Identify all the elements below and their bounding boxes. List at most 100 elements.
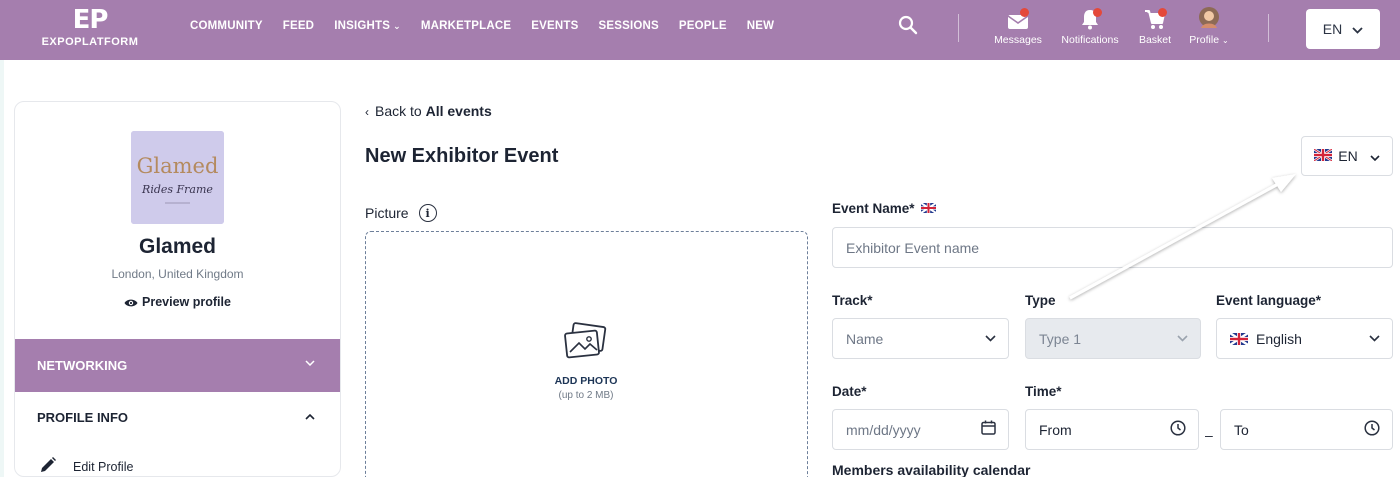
add-photo-hint: (up to 2 MB) bbox=[558, 390, 614, 401]
language-code: EN bbox=[1322, 21, 1343, 37]
date-input[interactable]: mm/dd/yyyy bbox=[832, 409, 1009, 450]
date-placeholder: mm/dd/yyyy bbox=[846, 421, 921, 438]
pencil-icon bbox=[39, 456, 57, 476]
profile-info-section-toggle[interactable]: PROFILE INFO bbox=[37, 410, 128, 425]
logo-text: EXPOPLATFORM bbox=[41, 36, 139, 48]
profile-label-text: Profile bbox=[1189, 34, 1220, 46]
event-name-input[interactable]: Exhibitor Event name bbox=[832, 227, 1393, 268]
date-label: Date* bbox=[832, 384, 867, 399]
event-language-label: Event language* bbox=[1216, 293, 1322, 308]
preview-profile-link[interactable]: Preview profile bbox=[15, 295, 340, 311]
event-name-placeholder: Exhibitor Event name bbox=[846, 239, 980, 256]
type-value: Type 1 bbox=[1039, 330, 1082, 347]
chevron-down-icon bbox=[1352, 21, 1363, 37]
profile-label: Profile ⌄ bbox=[1185, 34, 1233, 46]
event-name-label: Event Name* bbox=[832, 201, 937, 216]
time-from-placeholder: From bbox=[1039, 421, 1072, 438]
calendar-icon[interactable] bbox=[981, 420, 996, 438]
uk-flag-icon bbox=[1313, 148, 1333, 164]
content-language-code: EN bbox=[1338, 148, 1358, 164]
nav-events[interactable]: EVENTS bbox=[531, 20, 578, 32]
nav-feed[interactable]: FEED bbox=[283, 20, 314, 32]
preview-profile-label: Preview profile bbox=[142, 295, 231, 309]
time-to-input[interactable]: To bbox=[1220, 409, 1393, 450]
messages-button[interactable]: Messages bbox=[990, 4, 1046, 46]
event-name-label-text: Event Name* bbox=[832, 201, 915, 216]
chevron-down-icon bbox=[305, 357, 315, 369]
back-prefix: Back to bbox=[375, 103, 422, 119]
type-select[interactable]: Type 1 bbox=[1025, 318, 1201, 359]
chevron-down-icon bbox=[1370, 148, 1380, 164]
messages-label: Messages bbox=[994, 34, 1042, 46]
track-placeholder: Name bbox=[846, 330, 884, 347]
photo-upload-dropzone[interactable]: ADD PHOTO (up to 2 MB) bbox=[365, 231, 808, 477]
nav-community[interactable]: COMMUNITY bbox=[190, 20, 263, 32]
nav-new[interactable]: NEW bbox=[747, 20, 774, 32]
company-name: Glamed bbox=[138, 235, 217, 258]
back-link-target: All events bbox=[425, 103, 492, 119]
messages-badge bbox=[1020, 8, 1029, 17]
track-label: Track* bbox=[832, 293, 873, 308]
search-icon[interactable] bbox=[897, 14, 919, 36]
nav-insights[interactable]: INSIGHTS ⌄ bbox=[334, 20, 401, 32]
basket-button[interactable]: Basket bbox=[1134, 4, 1176, 46]
nav-insights-label: INSIGHTS bbox=[334, 20, 391, 32]
left-edge-strip bbox=[0, 60, 4, 477]
members-availability-calendar-label: Members availability calendar bbox=[832, 462, 1031, 477]
bell-icon bbox=[1054, 4, 1126, 30]
chevron-up-icon[interactable] bbox=[305, 409, 315, 423]
language-selector-top[interactable]: EN bbox=[1306, 9, 1380, 49]
event-language-value: English bbox=[1256, 330, 1302, 347]
add-photo-label: ADD PHOTO bbox=[554, 375, 618, 387]
expoplatform-logo[interactable]: EP EXPOPLATFORM bbox=[25, 6, 155, 48]
picture-label-text: Picture bbox=[365, 205, 409, 221]
eye-icon bbox=[124, 297, 138, 311]
event-language-select[interactable]: English bbox=[1216, 318, 1393, 359]
chevron-down-icon bbox=[1177, 330, 1188, 345]
edit-profile-link[interactable]: Edit Profile bbox=[39, 456, 134, 476]
image-icon bbox=[562, 322, 608, 367]
notifications-badge bbox=[1093, 8, 1102, 17]
nav-people[interactable]: PEOPLE bbox=[679, 20, 727, 32]
chevron-down-icon: ⌄ bbox=[393, 21, 401, 31]
user-avatar bbox=[1185, 4, 1233, 30]
notifications-label: Notifications bbox=[1061, 34, 1119, 46]
nav-sessions[interactable]: SESSIONS bbox=[598, 20, 658, 32]
time-to-placeholder: To bbox=[1234, 421, 1249, 438]
profile-menu-button[interactable]: Profile ⌄ bbox=[1185, 4, 1233, 46]
nav-divider bbox=[1268, 14, 1269, 42]
profile-sidebar: Glamed Rides Frame Glamed London, United… bbox=[14, 101, 341, 477]
company-logo: Glamed Rides Frame bbox=[131, 131, 224, 224]
clock-icon[interactable] bbox=[1170, 420, 1186, 439]
track-select[interactable]: Name bbox=[832, 318, 1009, 359]
edit-profile-label: Edit Profile bbox=[73, 459, 134, 474]
page-title: New Exhibitor Event bbox=[365, 145, 559, 167]
company-logo-script: Glamed bbox=[137, 154, 219, 178]
cart-icon bbox=[1134, 4, 1176, 30]
top-navigation-bar: EP EXPOPLATFORM COMMUNITY FEED INSIGHTS ⌄… bbox=[0, 0, 1400, 60]
notifications-button[interactable]: Notifications bbox=[1054, 4, 1126, 46]
type-label: Type bbox=[1025, 293, 1056, 308]
uk-flag-icon bbox=[919, 201, 937, 216]
time-from-input[interactable]: From bbox=[1025, 409, 1199, 450]
logo-mark: EP bbox=[72, 5, 109, 35]
company-logo-sub: Rides Frame bbox=[141, 183, 213, 196]
time-range-separator: – bbox=[1205, 427, 1213, 443]
back-to-all-events-link[interactable]: ‹ Back to All events bbox=[365, 103, 492, 119]
clock-icon[interactable] bbox=[1364, 420, 1380, 439]
chevron-down-icon bbox=[1369, 330, 1380, 345]
content-language-selector[interactable]: EN bbox=[1301, 136, 1393, 176]
basket-badge bbox=[1158, 8, 1167, 17]
main-nav: COMMUNITY FEED INSIGHTS ⌄ MARKETPLACE EVE… bbox=[190, 20, 794, 32]
picture-label: Picture i bbox=[365, 204, 437, 222]
uk-flag-icon bbox=[1230, 332, 1248, 345]
networking-section-toggle[interactable]: NETWORKING bbox=[15, 339, 340, 392]
basket-label: Basket bbox=[1138, 34, 1172, 46]
company-location: London, United Kingdom bbox=[111, 267, 244, 281]
envelope-icon bbox=[990, 4, 1046, 30]
nav-divider bbox=[958, 14, 959, 42]
info-icon[interactable]: i bbox=[418, 204, 437, 222]
time-label: Time* bbox=[1025, 384, 1062, 399]
chevron-down-icon: ⌄ bbox=[1221, 36, 1229, 45]
nav-marketplace[interactable]: MARKETPLACE bbox=[421, 20, 511, 32]
